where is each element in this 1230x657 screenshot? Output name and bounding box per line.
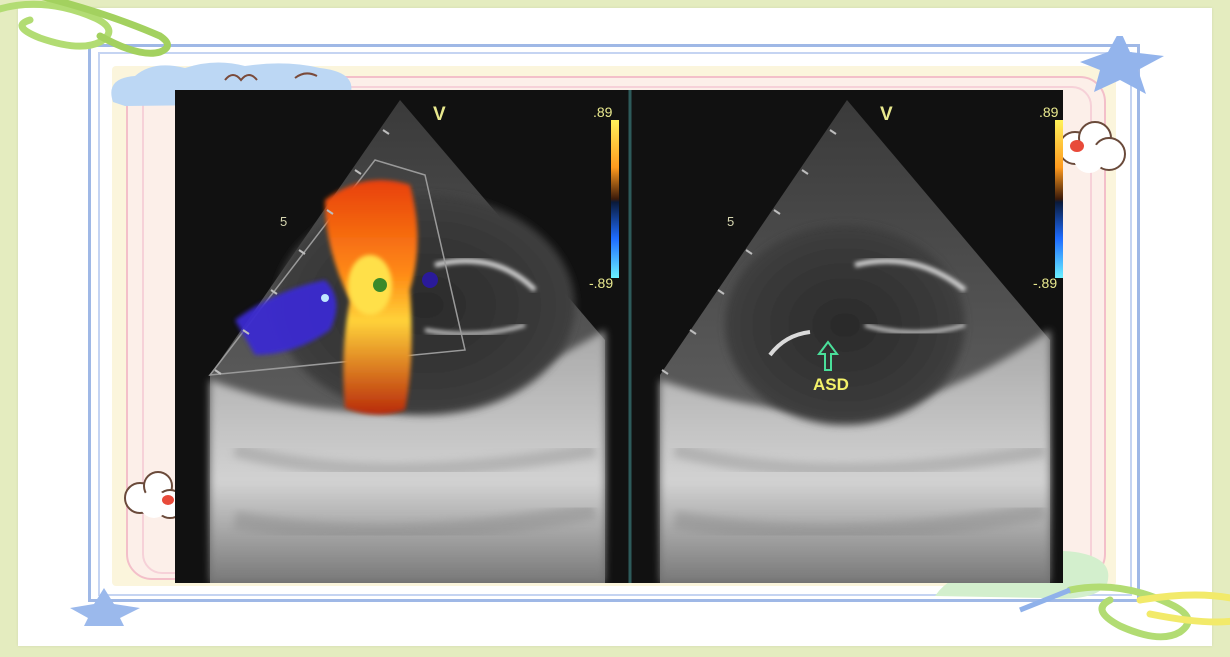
star-icon <box>1080 36 1164 94</box>
star-icon <box>70 588 140 626</box>
left-scale-top: .89 <box>593 104 613 120</box>
right-sector <box>660 100 1063 583</box>
right-scale-top: .89 <box>1039 104 1059 120</box>
right-mode-label: V <box>880 104 893 125</box>
paperclip-icon <box>1019 583 1230 641</box>
left-sector <box>208 100 619 583</box>
flower-icon <box>1058 121 1126 173</box>
right-depth-marker: 5 <box>727 214 735 229</box>
echocardiogram-image: V .89 -.89 5 V .89 -.89 5 ASD <box>175 90 1063 583</box>
left-mode-label: V <box>433 104 446 125</box>
left-depth-marker: 5 <box>280 214 288 229</box>
left-scale-bottom: -.89 <box>589 275 614 291</box>
asd-annotation: ASD <box>813 375 849 394</box>
right-scale-bottom: -.89 <box>1033 275 1058 291</box>
